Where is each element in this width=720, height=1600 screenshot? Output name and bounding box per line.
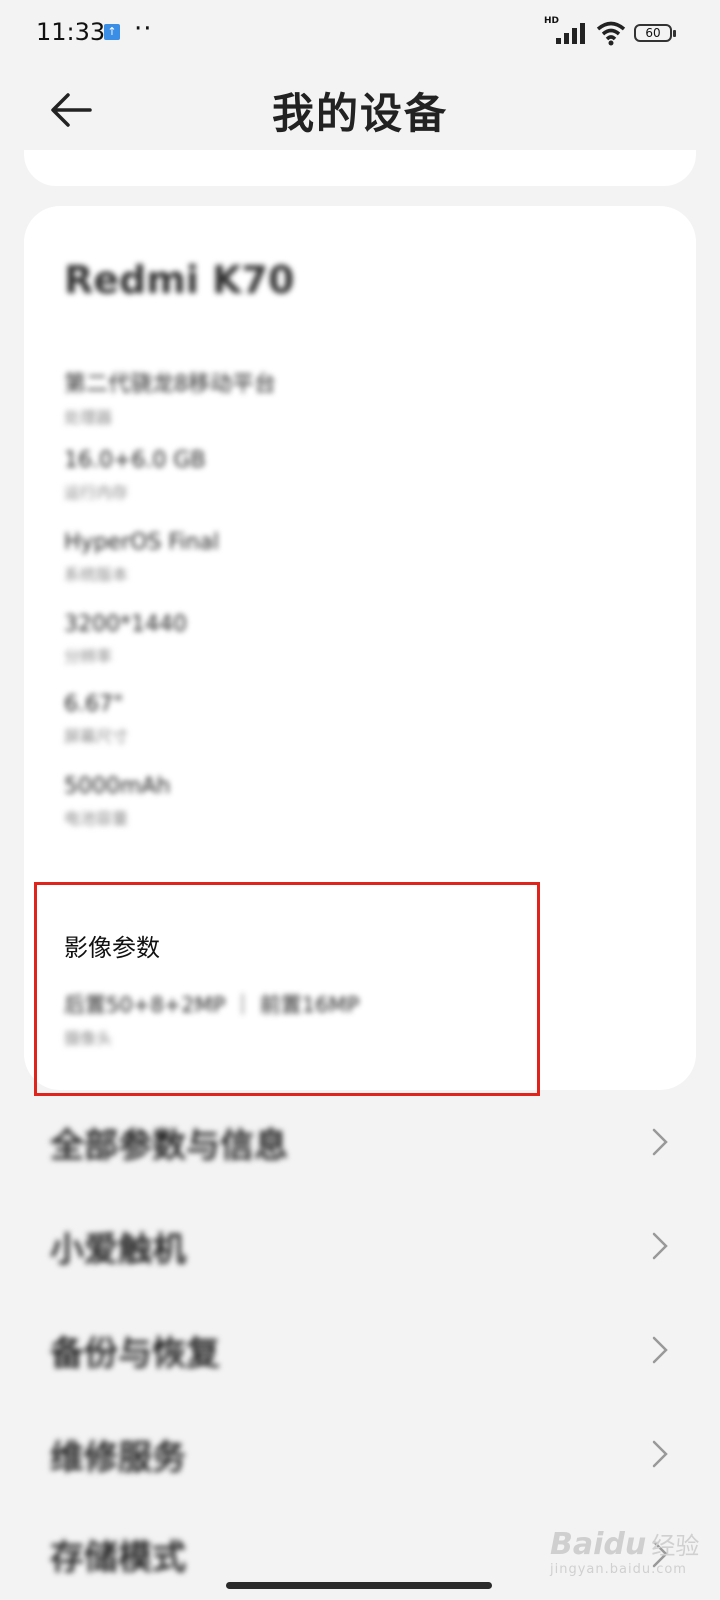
spec-value: HyperOS Final — [64, 530, 220, 555]
wifi-icon — [596, 21, 626, 46]
battery-level: 60 — [645, 26, 661, 40]
menu-item-label: 存储模式 — [50, 1538, 186, 1578]
baidu-jingyan-watermark: Baidu 经验 jingyan.baidu.com — [550, 1526, 700, 1592]
spec-value: 6.67" — [64, 692, 124, 717]
spec-value: 3200*1440 — [64, 612, 187, 637]
previous-card-edge — [24, 150, 696, 186]
signal-icon: HD — [544, 16, 590, 46]
spec-value: 16.0+6.0 GB — [64, 448, 206, 473]
chevron-right-icon — [652, 1128, 668, 1156]
home-indicator[interactable] — [226, 1582, 492, 1589]
spec-value: 第二代骁龙8移动平台 — [64, 372, 276, 397]
status-bar: 11:33 ↑ ·· HD 60 — [0, 0, 720, 64]
network-badge: HD — [544, 16, 560, 26]
chevron-right-icon — [652, 1336, 668, 1364]
upload-notification-icon: ↑ — [104, 24, 120, 40]
menu-item-label: 小爱触机 — [50, 1230, 186, 1270]
spec-label: 分辨率 — [64, 647, 113, 666]
menu-item-4[interactable]: 维修服务 — [0, 1408, 720, 1500]
spec-label: 屏幕尺寸 — [64, 727, 129, 746]
highlight-annotation-box — [34, 882, 540, 1096]
watermark-brand-cn: 经验 — [651, 1532, 700, 1560]
device-model-name: Redmi K70 — [64, 258, 295, 302]
spec-resolution: 3200*1440 分辨率 — [64, 612, 187, 667]
menu-item-label: 全部参数与信息 — [50, 1126, 288, 1166]
menu-item-3[interactable]: 备份与恢复 — [0, 1304, 720, 1396]
page-title: 我的设备 — [271, 89, 448, 138]
watermark-brand: Baidu — [550, 1527, 647, 1562]
spec-label: 运行内存 — [64, 483, 129, 502]
spec-battery: 5000mAh 电池容量 — [64, 774, 170, 829]
spec-label: 处理器 — [64, 408, 113, 427]
spec-label: 系统版本 — [64, 565, 129, 584]
spec-label: 电池容量 — [64, 809, 129, 828]
battery-icon: 60 — [634, 24, 676, 42]
menu-item-label: 备份与恢复 — [50, 1334, 220, 1374]
menu-item-all-params[interactable]: 全部参数与信息 — [0, 1096, 720, 1188]
spec-screen-size: 6.67" 屏幕尺寸 — [64, 692, 128, 747]
spec-value: 5000mAh — [64, 774, 171, 799]
chevron-right-icon — [652, 1232, 668, 1260]
chevron-right-icon — [652, 1440, 668, 1468]
spec-processor: 第二代骁龙8移动平台 处理器 — [64, 366, 276, 428]
menu-item-2[interactable]: 小爱触机 — [0, 1200, 720, 1292]
status-time: 11:33 — [36, 18, 106, 46]
more-notifications-icon: ·· — [134, 14, 153, 44]
spec-os: HyperOS Final 系统版本 — [64, 530, 219, 585]
spec-memory: 16.0+6.0 GB 运行内存 — [64, 448, 206, 503]
watermark-url: jingyan.baidu.com — [550, 1562, 687, 1577]
menu-item-label: 维修服务 — [50, 1438, 186, 1478]
